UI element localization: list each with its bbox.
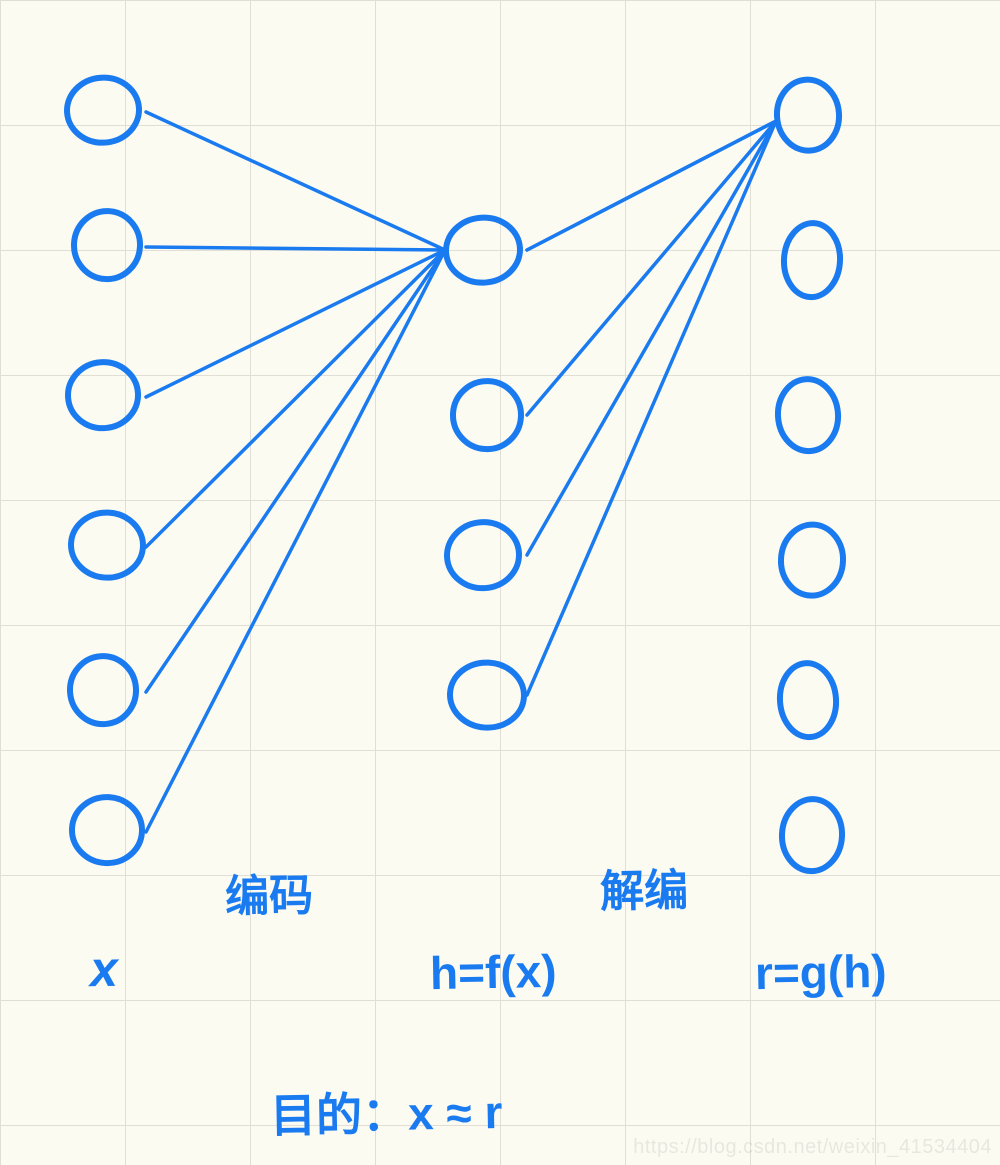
encoder-edge bbox=[146, 247, 445, 250]
objective-label: 目的：x ≈ r bbox=[269, 1076, 502, 1146]
encoder-edge bbox=[146, 112, 445, 250]
hidden-layer-label: h=f(x) bbox=[430, 944, 557, 1000]
encoder-edge bbox=[146, 250, 445, 547]
encoder-edge bbox=[146, 250, 445, 397]
input-node bbox=[69, 511, 144, 580]
input-node bbox=[68, 654, 139, 726]
input-node bbox=[72, 209, 141, 280]
output-node bbox=[775, 78, 842, 153]
decoder-edge bbox=[527, 121, 776, 695]
output-node bbox=[776, 377, 841, 453]
hidden-node bbox=[444, 215, 522, 285]
decoder-edge bbox=[527, 121, 776, 415]
hidden-node bbox=[445, 520, 521, 591]
encoder-label: 编码 bbox=[224, 859, 313, 925]
decoder-label: 解编 bbox=[599, 854, 688, 920]
output-node bbox=[779, 523, 845, 597]
hidden-node bbox=[451, 379, 522, 450]
input-node bbox=[66, 360, 140, 431]
watermark: https://blog.csdn.net/weixin_41534404 bbox=[633, 1136, 992, 1159]
input-node bbox=[70, 795, 143, 865]
objective-relation: x ≈ r bbox=[408, 1086, 503, 1140]
input-node bbox=[65, 75, 141, 145]
objective-prefix: 目的： bbox=[270, 1088, 409, 1142]
output-node bbox=[777, 661, 838, 739]
encoder-edge bbox=[146, 250, 445, 692]
input-layer-label: x bbox=[89, 940, 118, 998]
output-layer-label: r=g(h) bbox=[755, 944, 888, 1000]
encoder-edge bbox=[146, 250, 445, 832]
hidden-node bbox=[448, 661, 525, 730]
output-node bbox=[780, 798, 844, 873]
output-node bbox=[782, 222, 842, 299]
